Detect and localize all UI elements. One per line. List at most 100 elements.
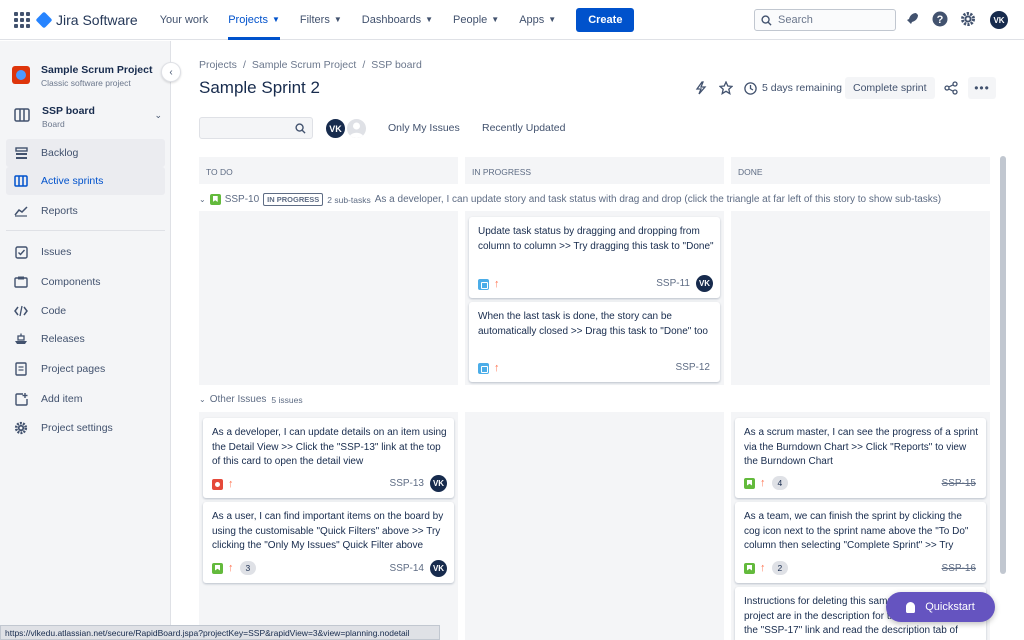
global-search-input[interactable]: Search — [754, 9, 896, 31]
issue-card-ssp-11[interactable]: Update task status by dragging and dropp… — [469, 217, 720, 298]
board-type: Board — [42, 119, 65, 129]
create-button[interactable]: Create — [576, 7, 635, 32]
breadcrumb-project[interactable]: Sample Scrum Project — [252, 59, 356, 71]
story-icon — [209, 194, 221, 205]
card-key[interactable]: SSP-11 — [656, 278, 690, 289]
filter-avatar-vk[interactable]: VK — [324, 117, 347, 140]
sidebar-divider — [6, 230, 165, 231]
star-icon[interactable] — [719, 81, 733, 95]
sidebar-item-releases[interactable]: Releases — [6, 325, 165, 353]
nav-projects[interactable]: Projects ▼ — [228, 0, 280, 40]
page-icon — [13, 361, 29, 377]
chevron-down-icon[interactable]: ⌄ — [199, 195, 206, 204]
nav-apps[interactable]: Apps ▼ — [519, 0, 556, 40]
column-header-in-progress: IN PROGRESS — [465, 157, 724, 184]
filter-avatar-unassigned[interactable] — [345, 117, 368, 140]
subtask-icon — [478, 362, 489, 374]
card-summary: Update task status by dragging and dropp… — [478, 226, 714, 252]
sidebar-item-project-settings[interactable]: Project settings — [6, 414, 165, 442]
sidebar-item-project-pages[interactable]: Project pages — [6, 355, 165, 383]
jira-logo[interactable]: Jira Software — [35, 11, 138, 28]
card-summary: As a user, I can find important items on… — [212, 511, 444, 551]
breadcrumb-projects[interactable]: Projects — [199, 59, 237, 71]
card-key[interactable]: SSP-12 — [676, 362, 710, 373]
lightning-automation-icon[interactable] — [694, 81, 708, 95]
issue-card-ssp-15[interactable]: As a scrum master, I can see the progres… — [735, 418, 986, 498]
nav-label: Dashboards — [361, 13, 422, 26]
nav-label: Your work — [159, 13, 209, 26]
card-key[interactable]: SSP-14 — [390, 563, 424, 574]
more-dots-icon: ••• — [974, 81, 990, 95]
nav-label: Apps — [519, 13, 545, 26]
complete-sprint-button[interactable]: Complete sprint — [845, 77, 935, 99]
priority-medium-icon: ↑ — [494, 362, 500, 374]
chevron-down-icon: ▼ — [425, 15, 434, 24]
breadcrumb-separator: / — [362, 59, 366, 71]
chevron-down-icon: ▼ — [548, 15, 557, 24]
assignee-avatar[interactable]: VK — [430, 560, 447, 577]
issue-card-ssp-13[interactable]: As a developer, I can update details on … — [203, 418, 454, 498]
card-key[interactable]: SSP-13 — [390, 478, 424, 489]
chevron-down-icon: ▼ — [333, 15, 342, 24]
project-header[interactable]: Sample Scrum Project Classic software pr… — [12, 64, 152, 88]
sidebar-item-label: Project settings — [41, 422, 113, 434]
jira-logo-icon — [35, 11, 53, 28]
nav-your-work[interactable]: Your work — [160, 0, 209, 40]
nav-dashboards[interactable]: Dashboards ▼ — [362, 0, 433, 40]
assignee-avatar[interactable]: VK — [430, 475, 447, 492]
help-icon[interactable]: ? — [932, 11, 948, 27]
quick-filter-only-my-issues[interactable]: Only My Issues — [388, 122, 460, 134]
app-switcher-icon[interactable] — [14, 11, 30, 28]
sidebar-item-label: Add item — [41, 393, 83, 405]
project-name: Sample Scrum Project — [41, 64, 153, 76]
ship-icon — [13, 331, 29, 347]
issue-card-ssp-14[interactable]: As a user, I can find important items on… — [203, 502, 454, 583]
user-avatar[interactable]: VK — [990, 11, 1008, 29]
nav-filters[interactable]: Filters ▼ — [300, 0, 342, 40]
swimlane-key[interactable]: SSP-10 — [225, 194, 259, 205]
breadcrumb-board[interactable]: SSP board — [371, 59, 422, 71]
svg-text:?: ? — [937, 14, 944, 26]
browser-status-url: https://vlkedu.atlassian.net/secure/Rapi… — [0, 625, 440, 640]
story-icon — [212, 562, 223, 574]
card-summary: As a developer, I can update details on … — [212, 427, 447, 467]
lane-cell-done — [731, 211, 990, 385]
collapse-sidebar-button[interactable]: ‹ — [161, 62, 181, 82]
share-icon[interactable] — [944, 81, 958, 95]
story-points-badge: 2 — [771, 561, 789, 575]
status-badge: IN PROGRESS — [263, 193, 324, 206]
settings-gear-icon[interactable] — [960, 11, 976, 27]
nav-people[interactable]: People ▼ — [453, 0, 499, 40]
board-search-input[interactable] — [199, 117, 313, 139]
issue-card-ssp-16[interactable]: As a team, we can finish the sprint by c… — [735, 502, 986, 583]
more-actions-button[interactable]: ••• — [968, 77, 996, 99]
story-points-badge: 3 — [239, 561, 257, 575]
sidebar-item-backlog[interactable]: Backlog — [6, 139, 165, 167]
project-type: Classic software project — [41, 78, 131, 88]
board-selector[interactable]: SSP board Board ⌄ — [12, 105, 162, 129]
nav-label: Filters — [299, 13, 330, 26]
sidebar-item-code[interactable]: Code — [6, 297, 165, 325]
sidebar-item-label: Backlog — [41, 147, 79, 159]
priority-medium-icon: ↑ — [494, 278, 500, 290]
board-columns-icon — [13, 173, 29, 189]
chevron-down-icon[interactable]: ⌄ — [199, 395, 206, 404]
sidebar-item-reports[interactable]: Reports — [6, 197, 165, 225]
breadcrumb-separator: / — [242, 59, 246, 71]
sidebar-item-issues[interactable]: Issues — [6, 238, 165, 266]
issue-card-ssp-12[interactable]: When the last task is done, the story ca… — [469, 302, 720, 382]
lane-cell-in-progress — [465, 412, 724, 640]
assignee-avatar[interactable]: VK — [696, 275, 713, 292]
sidebar-item-components[interactable]: Components — [6, 268, 165, 296]
sidebar-item-add-item[interactable]: Add item — [6, 385, 165, 413]
swimlane-story-ssp-10[interactable]: ⌄ SSP-10 IN PROGRESS 2 sub-tasks As a de… — [199, 193, 941, 206]
quick-filter-recently-updated[interactable]: Recently Updated — [482, 122, 565, 134]
swimlane-other-issues[interactable]: ⌄ Other Issues 5 issues — [199, 394, 303, 405]
sidebar-item-active-sprints[interactable]: Active sprints — [6, 167, 165, 195]
board-scrollbar[interactable] — [1000, 156, 1006, 574]
quickstart-button[interactable]: Quickstart — [886, 592, 995, 622]
card-key[interactable]: SSP-15 — [942, 478, 976, 489]
nav-label: Projects — [228, 13, 268, 26]
notifications-rocket-icon[interactable] — [904, 11, 920, 27]
card-key[interactable]: SSP-16 — [942, 563, 976, 574]
